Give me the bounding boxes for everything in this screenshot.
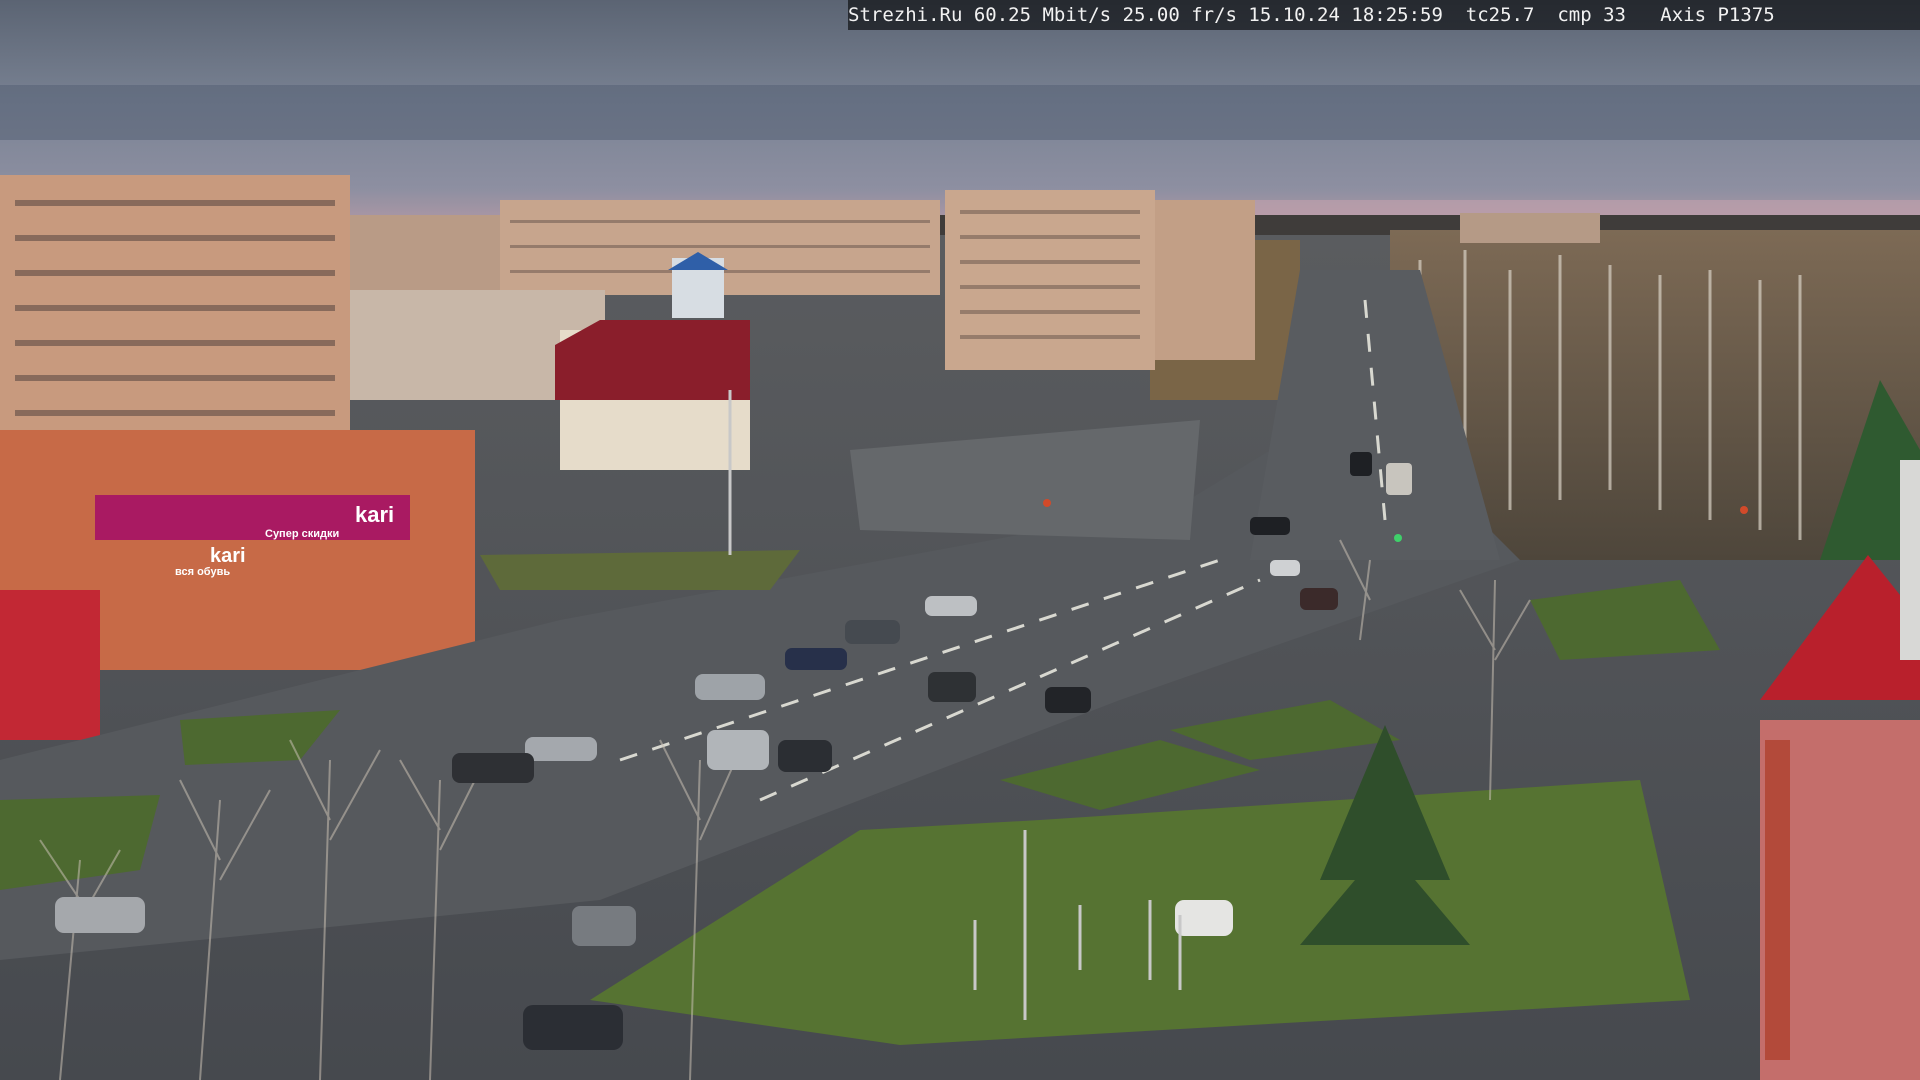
red-tower-sign — [1765, 740, 1790, 1060]
building-tower-center — [945, 190, 1155, 370]
car — [523, 1005, 623, 1050]
building-tower-right — [1155, 200, 1255, 360]
kari-slogan: Супер скидки — [265, 528, 339, 540]
car — [778, 740, 832, 772]
car — [785, 648, 847, 670]
overlay-camera-model: Axis P1375 — [1660, 4, 1775, 26]
building-far-right — [1460, 213, 1600, 243]
car — [452, 753, 534, 783]
car — [1270, 560, 1300, 576]
overlay-cmp: cmp 33 — [1557, 4, 1626, 26]
kari-tagline: вся обувь — [175, 566, 230, 578]
kari-logo-top: kari — [355, 502, 394, 527]
white-wall-edge — [1900, 460, 1920, 660]
car — [928, 672, 976, 702]
overlay-time: 18:25:59 — [1351, 4, 1443, 26]
car — [1350, 452, 1372, 476]
red-roof — [555, 320, 750, 400]
car — [695, 674, 765, 700]
overlay-tc: tc25.7 — [1465, 4, 1535, 26]
bus — [1386, 463, 1412, 495]
red-corner-building — [0, 590, 100, 740]
overlay-framerate: 25.00 fr/s — [1122, 4, 1237, 26]
car — [1045, 687, 1091, 713]
camera-overlay-bar: Strezhi.Ru 60.25 Mbit/s 25.00 fr/s 15.10… — [848, 0, 1920, 30]
car — [55, 897, 145, 933]
overlay-date: 15.10.24 — [1248, 4, 1340, 26]
car — [845, 620, 900, 644]
car — [525, 737, 597, 761]
car — [572, 906, 636, 946]
cloud-band — [0, 85, 1920, 140]
kari-logo-lower: kari — [210, 545, 246, 567]
car — [1250, 517, 1290, 535]
camera-scene: kari kari Супер скидки вся обувь — [0, 0, 1920, 1080]
car — [1300, 588, 1338, 610]
grass-plaza — [480, 550, 800, 590]
car — [707, 730, 769, 770]
overlay-bitrate: 60.25 Mbit/s — [973, 4, 1112, 26]
car — [925, 596, 977, 616]
car — [1175, 900, 1233, 936]
overlay-site: Strezhi.Ru — [848, 4, 963, 26]
